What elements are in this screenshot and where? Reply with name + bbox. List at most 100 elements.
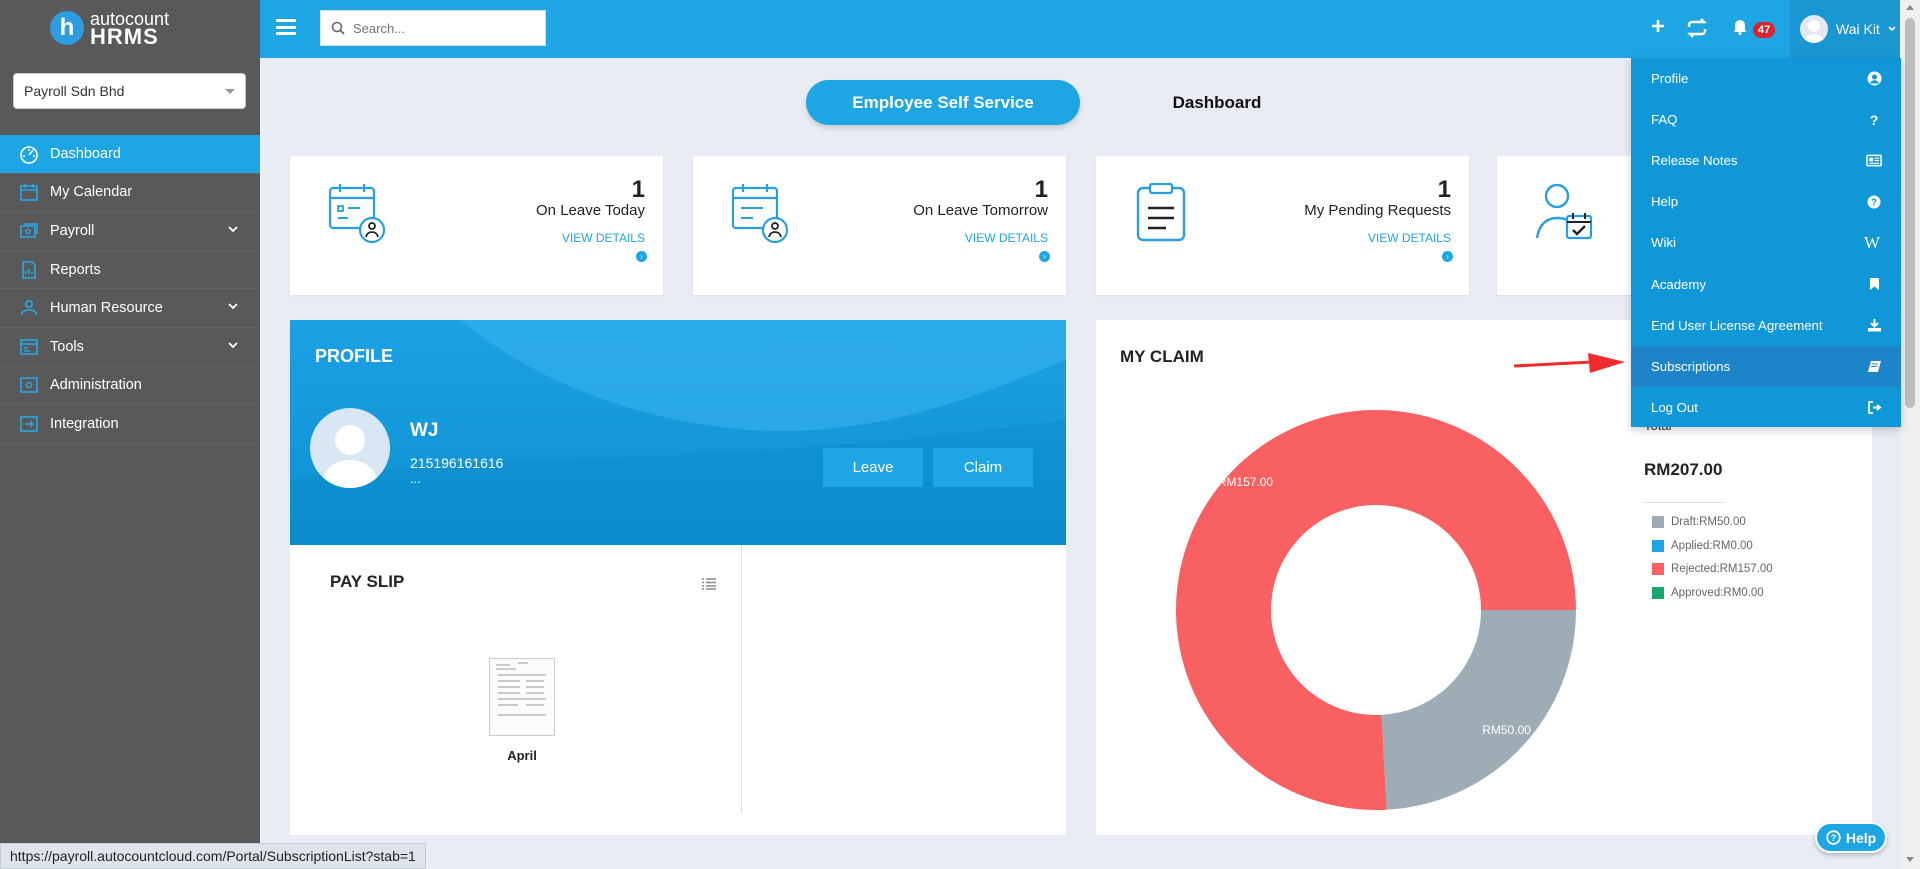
- question-icon: ?: [1869, 111, 1879, 128]
- sidebar-item-label: Tools: [50, 338, 84, 355]
- book-icon: [1866, 358, 1882, 374]
- administration-icon: [18, 374, 40, 396]
- hamburger-menu-icon[interactable]: [276, 19, 296, 35]
- view-details-link[interactable]: VIEW DETAILS: [1368, 231, 1451, 245]
- profile-panel: PROFILE WJ 215196161616 ... Leave Claim: [290, 320, 1066, 545]
- stat-label: My Pending Requests: [1304, 202, 1451, 219]
- scroll-up-icon[interactable]: [1905, 3, 1915, 11]
- sidebar-item-label: Integration: [50, 415, 119, 432]
- calendar-user-icon: [731, 182, 791, 244]
- sidebar-item-my-calendar[interactable]: My Calendar: [0, 174, 260, 213]
- divider: [741, 545, 742, 813]
- claim-donut-chart: RM50.00 RM157.00: [1176, 410, 1576, 810]
- sidebar-item-dashboard[interactable]: Dashboard: [0, 135, 260, 174]
- menu-item-log-out[interactable]: Log Out: [1631, 387, 1901, 428]
- claim-title: MY CLAIM: [1120, 347, 1204, 366]
- arrow-right-circle-icon[interactable]: ›: [1039, 251, 1050, 262]
- plus-icon[interactable]: [1650, 18, 1666, 34]
- red-arrow-annotation: [1513, 353, 1625, 373]
- menu-item-subscriptions[interactable]: Subscriptions: [1631, 345, 1901, 387]
- payslip-panel: PAY SLIP April: [290, 545, 1066, 835]
- avatar: [310, 408, 390, 488]
- logo-badge: h: [50, 11, 84, 45]
- download-icon: [1866, 317, 1882, 333]
- claim-button[interactable]: Claim: [933, 448, 1033, 487]
- menu-item-label: FAQ: [1651, 112, 1678, 128]
- employee-id: 215196161616: [410, 455, 504, 471]
- bookmark-icon: [1866, 276, 1882, 292]
- wikipedia-icon: W: [1863, 232, 1881, 252]
- dashboard-icon: [18, 143, 40, 165]
- svg-text:?: ?: [1831, 833, 1837, 843]
- chevron-down-icon: [228, 226, 238, 233]
- calendar-user-icon: [328, 182, 388, 244]
- menu-item-release-notes[interactable]: Release Notes: [1631, 140, 1901, 181]
- leave-button[interactable]: Leave: [823, 448, 923, 487]
- sidebar-item-human-resource[interactable]: Human Resource: [0, 289, 260, 328]
- app-logo[interactable]: h autocount HRMS: [50, 10, 169, 49]
- bell-icon[interactable]: [1732, 18, 1748, 35]
- menu-item-help[interactable]: Help?: [1631, 181, 1901, 222]
- menu-item-profile[interactable]: Profile: [1631, 58, 1901, 99]
- help-float-button[interactable]: ? Help: [1815, 822, 1887, 853]
- avatar: [1800, 15, 1828, 43]
- sidebar-item-label: Administration: [50, 377, 142, 394]
- calendar-icon: [18, 181, 40, 203]
- list-icon[interactable]: [702, 578, 716, 590]
- sidebar-item-label: My Calendar: [50, 184, 133, 201]
- view-details-link[interactable]: VIEW DETAILS: [562, 231, 645, 245]
- menu-item-label: Wiki: [1651, 235, 1676, 251]
- payslip-month[interactable]: April: [489, 748, 555, 763]
- stat-card-my-pending-requests: 1 My Pending Requests VIEW DETAILS ›: [1096, 156, 1469, 295]
- sidebar: h autocount HRMS Payroll Sdn Bhd Dashboa…: [0, 0, 260, 869]
- user-calendar-check-icon: [1535, 182, 1597, 244]
- tab-employee-self-service[interactable]: Employee Self Service: [806, 80, 1080, 125]
- employee-extra: ...: [410, 471, 421, 486]
- stat-count: 1: [1034, 176, 1048, 203]
- scrollbar-thumb[interactable]: [1905, 18, 1915, 408]
- donut-slice-draft[interactable]: [1381, 610, 1576, 810]
- legend-item-rejected: Rejected:RM157.00: [1652, 563, 1773, 575]
- sidebar-item-label: Reports: [50, 261, 101, 278]
- menu-item-eula[interactable]: End User License Agreement: [1631, 305, 1901, 346]
- sidebar-nav: Dashboard My Calendar Payroll Reports Hu…: [0, 135, 260, 444]
- search-input[interactable]: [353, 20, 523, 36]
- top-bar: 47 Wai Kit: [260, 0, 1900, 58]
- arrow-right-circle-icon[interactable]: ›: [636, 251, 647, 262]
- help-label: Help: [1845, 829, 1877, 846]
- donut-data-label: RM50.00: [1482, 723, 1531, 737]
- chevron-down-icon: [1888, 26, 1896, 32]
- stat-card-on-leave-today: 1 On Leave Today VIEW DETAILS ›: [290, 156, 663, 295]
- arrow-right-circle-icon[interactable]: ›: [1442, 251, 1453, 262]
- menu-item-faq[interactable]: FAQ?: [1631, 99, 1901, 140]
- sidebar-item-payroll[interactable]: Payroll: [0, 212, 260, 251]
- sidebar-item-integration[interactable]: Integration: [0, 405, 260, 444]
- tab-dashboard[interactable]: Dashboard: [1100, 80, 1334, 125]
- legend-item-draft: Draft:RM50.00: [1652, 516, 1773, 528]
- help-circle-icon: ?: [1866, 194, 1882, 210]
- logo-line2: HRMS: [90, 24, 159, 49]
- legend-swatch: [1652, 563, 1664, 575]
- sidebar-item-label: Payroll: [50, 222, 95, 239]
- divider: [1644, 502, 1724, 503]
- refresh-icon[interactable]: [1685, 17, 1709, 39]
- user-menu-toggle[interactable]: Wai Kit: [1790, 0, 1900, 58]
- payslip-thumbnail[interactable]: [489, 658, 555, 736]
- stat-label: On Leave Today: [536, 202, 645, 219]
- company-select[interactable]: Payroll Sdn Bhd: [13, 73, 246, 109]
- logout-icon: [1866, 399, 1882, 415]
- vertical-scrollbar[interactable]: [1900, 0, 1920, 869]
- sidebar-item-reports[interactable]: Reports: [0, 251, 260, 290]
- sidebar-item-administration[interactable]: Administration: [0, 367, 260, 406]
- menu-item-wiki[interactable]: Wiki W: [1631, 222, 1901, 263]
- stat-label: On Leave Tomorrow: [913, 202, 1048, 219]
- legend-label: Applied:RM0.00: [1671, 539, 1753, 552]
- sidebar-item-tools[interactable]: Tools: [0, 328, 260, 367]
- menu-item-academy[interactable]: Academy: [1631, 263, 1901, 304]
- wave-background: [290, 320, 1066, 545]
- view-details-link[interactable]: VIEW DETAILS: [965, 231, 1048, 245]
- tools-icon: [18, 336, 40, 358]
- scroll-down-icon[interactable]: [1905, 856, 1915, 864]
- company-select-value: Payroll Sdn Bhd: [24, 83, 125, 99]
- donut-data-label: RM157.00: [1218, 475, 1274, 489]
